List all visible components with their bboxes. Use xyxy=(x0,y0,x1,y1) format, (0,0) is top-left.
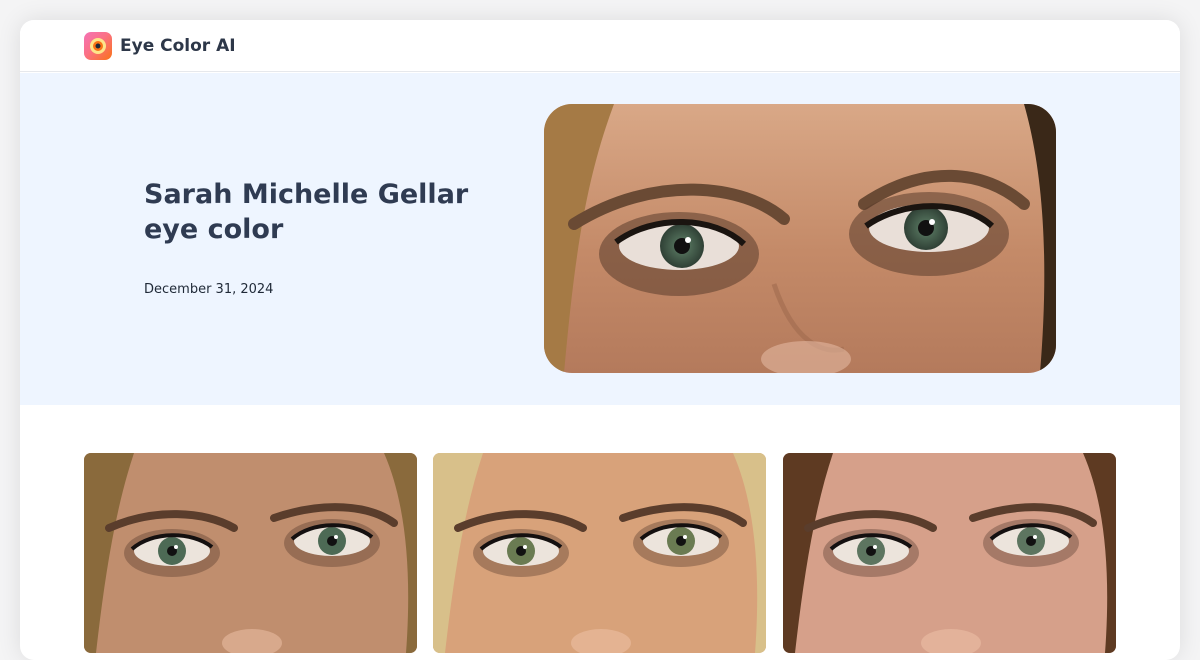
brand-name[interactable]: Eye Color AI xyxy=(120,36,236,56)
eye-logo-icon[interactable] xyxy=(84,31,112,60)
site-header: Eye Color AI xyxy=(20,20,1180,72)
publish-date: December 31, 2024 xyxy=(144,282,274,297)
page-title: Sarah Michelle Gellar eye color xyxy=(144,179,469,245)
page-card: Eye Color AI Sarah Michelle Gellar eye c… xyxy=(20,20,1180,660)
hero-image xyxy=(544,104,1056,373)
gallery-image-3[interactable] xyxy=(783,453,1116,653)
gallery-image-1[interactable] xyxy=(84,453,417,653)
hero-section: Sarah Michelle Gellar eye color December… xyxy=(20,73,1180,405)
gallery-image-2[interactable] xyxy=(433,453,766,653)
